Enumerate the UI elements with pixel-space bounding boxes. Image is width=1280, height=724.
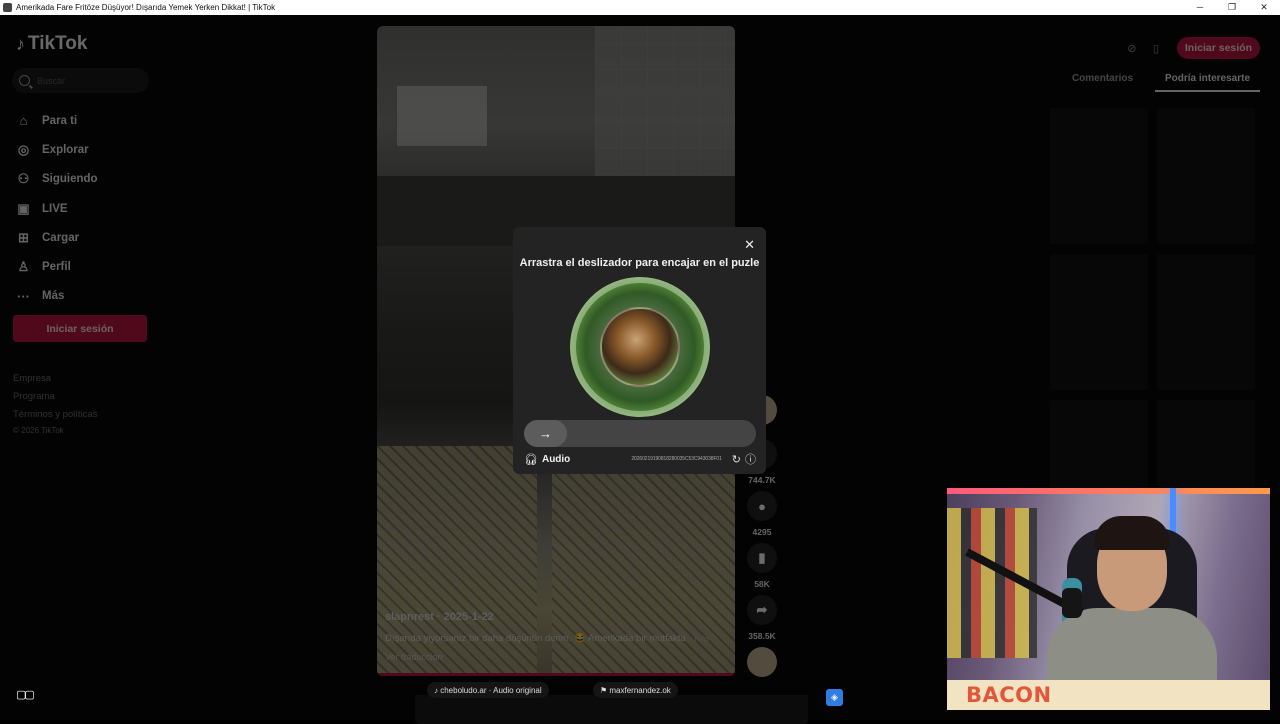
window-title: Amerikada Fare Fritöze Düşüyor! Dışarıda… xyxy=(16,3,276,12)
search-input[interactable]: Buscar xyxy=(12,68,149,93)
recommended-video[interactable] xyxy=(1050,254,1148,390)
captcha-title: Arrastra el deslizador para encajar en e… xyxy=(519,257,760,269)
video-more-link[interactable]: más xyxy=(694,634,709,643)
sidebar-item-explorar[interactable]: ◎ Explorar xyxy=(16,135,98,164)
app-icon xyxy=(3,3,12,12)
sidebar-item-cargar[interactable]: ⊞ Cargar xyxy=(16,223,98,252)
maximize-button[interactable]: ❐ xyxy=(1216,0,1248,15)
video-progress-bar[interactable] xyxy=(377,673,735,676)
captcha-slider-track[interactable]: → xyxy=(524,420,756,447)
video-description-text: Dışarıda yiyorsanız bir daha düşünün der… xyxy=(385,633,686,644)
sidebar-item-label: Perfil xyxy=(42,261,71,274)
sidebar: ♪ TikTok Buscar ⌂ Para ti ◎ Explorar ⚇ S… xyxy=(0,15,160,720)
webcam-overlay: BACON xyxy=(947,488,1270,710)
captcha-modal: ✕ Arrastra el deslizador para encajar en… xyxy=(513,227,766,474)
sidebar-item-label: LIVE xyxy=(42,202,68,215)
sidebar-login-button[interactable]: Iniciar sesión xyxy=(13,315,147,342)
video-shelf xyxy=(397,86,487,146)
headphones-icon[interactable]: 🎧︎ xyxy=(524,453,538,466)
info-icon[interactable]: ⓘ xyxy=(745,451,756,467)
webcam-banner: BACON xyxy=(947,680,1270,710)
bookmark-icon: ▮ xyxy=(758,550,766,565)
audio-button[interactable]: Audio xyxy=(542,454,570,465)
header-login-button[interactable]: Iniciar sesión xyxy=(1176,37,1260,59)
recommended-grid xyxy=(1050,108,1255,536)
right-panel-tabs: Comentarios Podría interesarte xyxy=(1050,70,1260,92)
video-username[interactable]: slapnrest · 2025-1-22 xyxy=(385,611,725,623)
tiktok-logo[interactable]: ♪ TikTok xyxy=(16,33,87,55)
footer-link-empresa[interactable]: Empresa xyxy=(13,370,97,388)
close-icon[interactable]: ✕ xyxy=(744,237,755,253)
browser-icon[interactable]: ◈ xyxy=(826,689,843,706)
sidebar-item-perfil[interactable]: ♙ Perfil xyxy=(16,252,98,281)
sidebar-item-siguiendo[interactable]: ⚇ Siguiendo xyxy=(16,165,98,194)
arrow-right-icon: → xyxy=(539,426,552,441)
translate-link[interactable]: Ver traducción xyxy=(385,652,725,662)
tab-comentarios[interactable]: Comentarios xyxy=(1050,70,1155,92)
sidebar-item-label: Para ti xyxy=(42,114,78,127)
recommended-video[interactable] xyxy=(1157,108,1255,244)
comment-button[interactable]: ● xyxy=(747,491,777,521)
compass-icon: ◎ xyxy=(17,141,30,157)
webcam-person-hair xyxy=(1094,516,1170,550)
webcam-microphone xyxy=(1062,588,1082,618)
sidebar-item-para-ti[interactable]: ⌂ Para ti xyxy=(16,106,98,135)
sidebar-footer: Empresa Programa Términos y políticas © … xyxy=(13,370,97,438)
footer-link-terminos[interactable]: Términos y políticas xyxy=(13,406,97,424)
sidebar-item-label: Explorar xyxy=(42,143,89,156)
tiktok-note-icon: ♪ xyxy=(16,33,25,54)
comment-count: 4295 xyxy=(752,527,772,537)
puzzle-rotating-piece xyxy=(600,307,680,387)
webcam-top-accent xyxy=(947,488,1270,494)
live-icon: ▣ xyxy=(17,200,30,216)
window-controls: ─ ❐ ✕ xyxy=(1184,0,1280,15)
mention-chip[interactable]: ⚑ maxfernandez.ok xyxy=(593,682,678,698)
refresh-icon[interactable]: ↻ xyxy=(732,453,741,466)
recommended-video[interactable] xyxy=(1157,254,1255,390)
video-description: Dışarıda yiyorsanız bir daha düşünün der… xyxy=(385,633,725,644)
profile-icon: ♙ xyxy=(17,259,30,275)
share-icon: ➦ xyxy=(756,602,768,617)
sound-disc-avatar[interactable] xyxy=(747,647,777,677)
sidebar-item-label: Cargar xyxy=(42,231,80,244)
logo-text: TikTok xyxy=(28,33,88,54)
minimize-button[interactable]: ─ xyxy=(1184,0,1216,15)
coin-icon[interactable]: ⊘ xyxy=(1123,39,1141,57)
copyright: © 2026 TikTok xyxy=(13,426,64,435)
window-titlebar: Amerikada Fare Fritöze Düşüyor! Dışarıda… xyxy=(0,0,1280,15)
phone-icon[interactable]: ▯ xyxy=(1147,39,1165,57)
captcha-puzzle-image xyxy=(570,277,710,417)
save-count: 58K xyxy=(754,579,770,589)
close-window-button[interactable]: ✕ xyxy=(1248,0,1280,15)
share-count: 358.5K xyxy=(748,631,776,641)
sidebar-item-label: Más xyxy=(42,290,65,303)
video-meta: slapnrest · 2025-1-22 Dışarıda yiyorsanı… xyxy=(385,611,725,662)
share-button[interactable]: ➦ xyxy=(747,595,777,625)
sidebar-item-mas[interactable]: ··· Más xyxy=(16,282,98,311)
sidebar-item-label: Siguiendo xyxy=(42,173,98,186)
more-icon: ··· xyxy=(17,288,30,304)
sidebar-item-live[interactable]: ▣ LIVE xyxy=(16,194,98,223)
footer-link-programa[interactable]: Programa xyxy=(13,388,97,406)
comment-icon: ● xyxy=(758,498,766,514)
upload-icon: ⊞ xyxy=(18,229,29,245)
save-button[interactable]: ▮ xyxy=(747,543,777,573)
sound-chip[interactable]: ♪ cheboludo.ar · Audio original xyxy=(427,682,549,698)
sidebar-nav: ⌂ Para ti ◎ Explorar ⚇ Siguiendo ▣ LIVE … xyxy=(16,106,98,311)
captcha-footer: 🎧︎ Audio 20260219190818280035C53C943038F… xyxy=(524,451,756,467)
search-icon xyxy=(19,75,30,86)
tab-podria-interesarte[interactable]: Podría interesarte xyxy=(1155,70,1260,92)
recommended-video[interactable] xyxy=(1050,108,1148,244)
home-icon: ⌂ xyxy=(19,113,28,129)
captcha-slider-handle[interactable]: → xyxy=(524,420,567,447)
following-icon: ⚇ xyxy=(17,171,30,187)
task-view-icon[interactable]: ▢▢ xyxy=(16,688,35,701)
webcam-banner-text: BACON xyxy=(966,683,1052,707)
search-placeholder: Buscar xyxy=(37,75,66,86)
captcha-code: 20260219190818280035C53C943038F01 xyxy=(631,456,722,462)
header-actions: ⊘ ▯ Iniciar sesión xyxy=(1123,37,1260,59)
